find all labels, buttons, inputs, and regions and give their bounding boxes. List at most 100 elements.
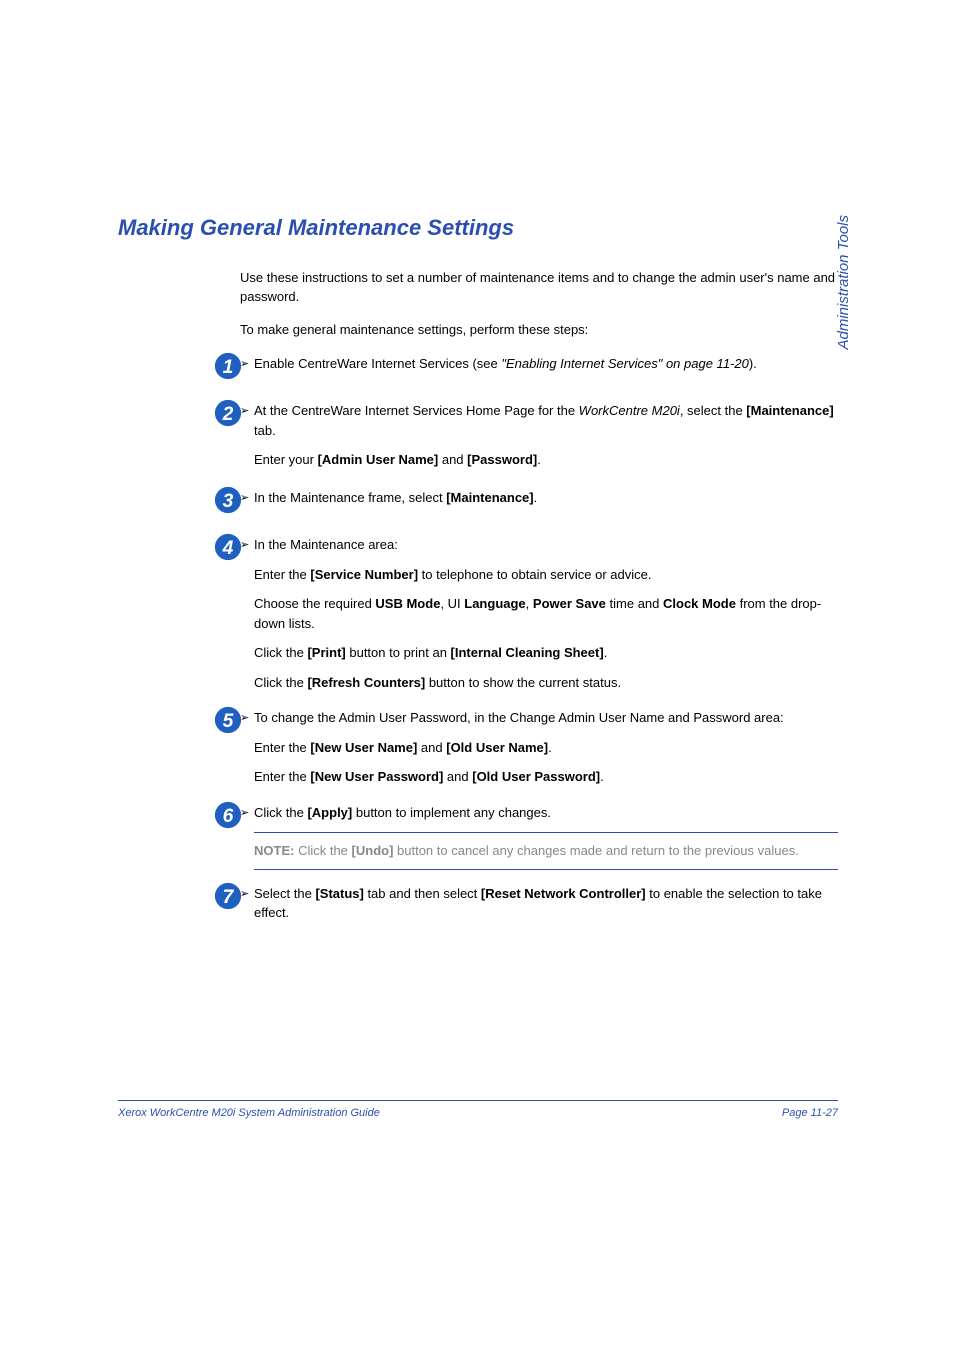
bullet-arrow-icon: ➢	[240, 710, 249, 727]
step-number-1-icon: 1	[214, 352, 242, 380]
note-block: NOTE: Click the [Undo] button to cancel …	[254, 832, 838, 870]
bullet-arrow-icon: ➢	[240, 886, 249, 903]
bullet-arrow-icon: ➢	[240, 537, 249, 554]
text: and	[438, 452, 467, 467]
svg-text:7: 7	[223, 887, 235, 908]
text: [Internal Cleaning Sheet]	[451, 645, 604, 660]
text: [Service Number]	[310, 567, 418, 582]
step-7: 7 ➢ Select the [Status] tab and then sel…	[118, 884, 838, 923]
text: [Old User Password]	[472, 769, 600, 784]
text: Choose the required	[254, 596, 375, 611]
step-3: 3 ➢ In the Maintenance frame, select [Ma…	[118, 488, 838, 508]
text: Clock Mode	[663, 596, 736, 611]
footer-page-number: Page 11-27	[782, 1107, 838, 1119]
text: [Password]	[467, 452, 537, 467]
svg-text:4: 4	[222, 538, 234, 559]
step-6-line-1: ➢ Click the [Apply] button to implement …	[254, 803, 838, 823]
step-number-7-icon: 7	[214, 882, 242, 910]
text: Click the	[254, 645, 307, 660]
text: Power Save	[533, 596, 606, 611]
intro-paragraph-2: To make general maintenance settings, pe…	[240, 321, 838, 340]
text: tab and then select	[364, 886, 481, 901]
text: ).	[749, 356, 757, 371]
step-2-line-1: ➢ At the CentreWare Internet Services Ho…	[254, 401, 838, 440]
text: [Refresh Counters]	[307, 675, 425, 690]
intro-paragraph-1: Use these instructions to set a number o…	[240, 269, 838, 307]
text: .	[548, 740, 552, 755]
text: Enter the	[254, 740, 310, 755]
step-1: 1 ➢ Enable CentreWare Internet Services …	[118, 354, 838, 374]
page-footer: Xerox WorkCentre M20i System Administrat…	[118, 1100, 838, 1119]
text: button to show the current status.	[425, 675, 621, 690]
step-number-4-icon: 4	[214, 533, 242, 561]
section-heading: Making General Maintenance Settings	[118, 215, 838, 241]
bullet-arrow-icon: ➢	[240, 490, 249, 507]
text: [Reset Network Controller]	[481, 886, 646, 901]
step-2-line-2: Enter your [Admin User Name] and [Passwo…	[254, 450, 838, 470]
step-1-line: ➢ Enable CentreWare Internet Services (s…	[254, 354, 838, 374]
step-6: 6 ➢ Click the [Apply] button to implemen…	[118, 803, 838, 870]
step-4-line-5: Click the [Refresh Counters] button to s…	[254, 673, 838, 693]
svg-text:1: 1	[223, 357, 234, 378]
step-3-line: ➢ In the Maintenance frame, select [Main…	[254, 488, 838, 508]
text: Enter the	[254, 769, 310, 784]
text: to telephone to obtain service or advice…	[418, 567, 651, 582]
text: ,	[526, 596, 533, 611]
bullet-arrow-icon: ➢	[240, 403, 249, 420]
step-5-line-1: ➢ To change the Admin User Password, in …	[254, 708, 838, 728]
text: tab.	[254, 423, 276, 438]
page-content: Making General Maintenance Settings Use …	[118, 215, 838, 933]
svg-text:2: 2	[222, 404, 234, 425]
text: [Admin User Name]	[318, 452, 439, 467]
text: [Maintenance]	[746, 403, 833, 418]
step-number-3-icon: 3	[214, 486, 242, 514]
text: button to implement any changes.	[352, 805, 551, 820]
bullet-arrow-icon: ➢	[240, 356, 249, 373]
text: .	[534, 490, 538, 505]
text: At the CentreWare Internet Services Home…	[254, 403, 579, 418]
text: USB Mode	[375, 596, 440, 611]
text: , UI	[440, 596, 464, 611]
text: [Undo]	[352, 843, 394, 858]
step-2: 2 ➢ At the CentreWare Internet Services …	[118, 401, 838, 470]
text: [New User Name]	[310, 740, 417, 755]
text: Enter the	[254, 567, 310, 582]
step-4-line-3: Choose the required USB Mode, UI Languag…	[254, 594, 838, 633]
text: Click the	[298, 843, 351, 858]
step-7-line: ➢ Select the [Status] tab and then selec…	[254, 884, 838, 923]
footer-doc-title: Xerox WorkCentre M20i System Administrat…	[118, 1107, 380, 1119]
text: Enable CentreWare Internet Services (see	[254, 356, 501, 371]
text: time and	[606, 596, 663, 611]
svg-text:3: 3	[223, 491, 234, 512]
step-4-line-4: Click the [Print] button to print an [In…	[254, 643, 838, 663]
step-5-line-2: Enter the [New User Name] and [Old User …	[254, 738, 838, 758]
text: .	[604, 645, 608, 660]
text: [Maintenance]	[446, 490, 533, 505]
reference-link[interactable]: "Enabling Internet Services" on page 11-…	[501, 356, 748, 371]
text: [Apply]	[307, 805, 352, 820]
text: .	[600, 769, 604, 784]
text: .	[537, 452, 541, 467]
svg-text:6: 6	[223, 806, 234, 827]
step-4: 4 ➢ In the Maintenance area: Enter the […	[118, 535, 838, 692]
text: In the Maintenance frame, select	[254, 490, 446, 505]
step-4-line-1: ➢ In the Maintenance area:	[254, 535, 838, 555]
text: Select the	[254, 886, 315, 901]
step-4-line-2: Enter the [Service Number] to telephone …	[254, 565, 838, 585]
text: button to print an	[346, 645, 451, 660]
step-number-2-icon: 2	[214, 399, 242, 427]
text: In the Maintenance area:	[254, 537, 398, 552]
step-number-6-icon: 6	[214, 801, 242, 829]
text: [New User Password]	[310, 769, 443, 784]
step-5-line-3: Enter the [New User Password] and [Old U…	[254, 767, 838, 787]
text: [Old User Name]	[446, 740, 548, 755]
text: [Print]	[307, 645, 345, 660]
step-5: 5 ➢ To change the Admin User Password, i…	[118, 708, 838, 787]
text: To change the Admin User Password, in th…	[254, 710, 784, 725]
step-number-5-icon: 5	[214, 706, 242, 734]
text: Language	[464, 596, 525, 611]
text: , select the	[680, 403, 746, 418]
text: WorkCentre M20i	[579, 403, 680, 418]
bullet-arrow-icon: ➢	[240, 805, 249, 822]
text: [Status]	[315, 886, 363, 901]
